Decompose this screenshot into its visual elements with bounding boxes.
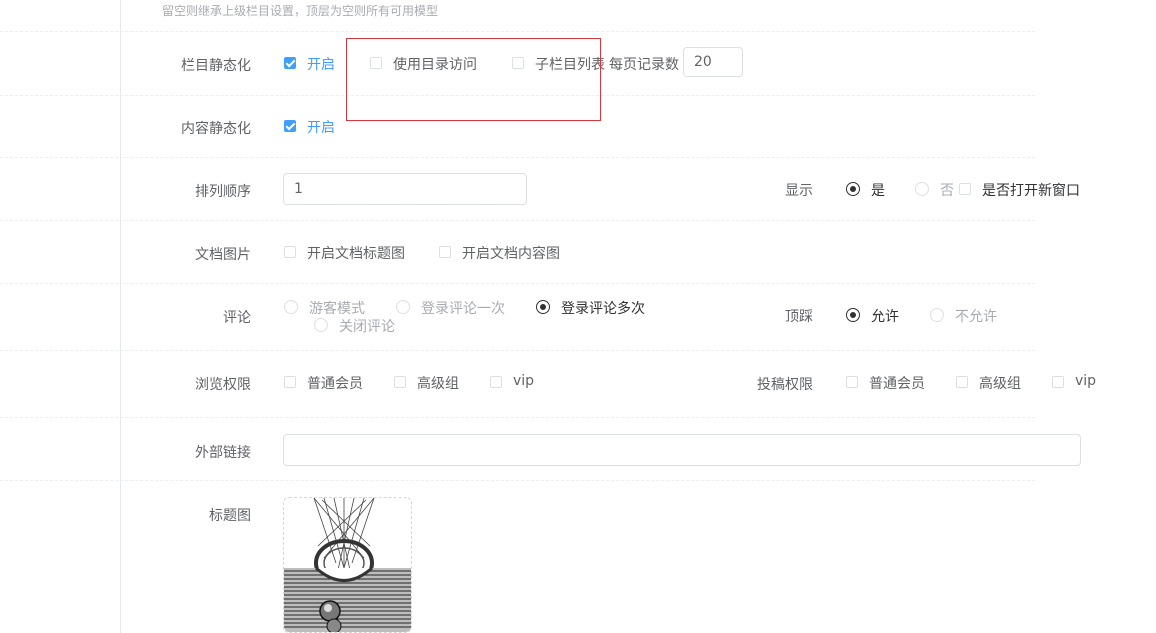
submit-vip-text: vip	[1075, 373, 1097, 389]
browse-vip-checkbox[interactable]	[490, 376, 502, 388]
doc-image-label: 文档图片	[195, 247, 251, 263]
title-image-label: 标题图	[209, 508, 251, 524]
sort-label: 排列顺序	[195, 184, 251, 200]
title-image-preview	[284, 498, 411, 632]
title-image-uploader[interactable]	[283, 497, 412, 633]
submit-normal-member-checkbox[interactable]	[846, 376, 858, 388]
sub-list-checkbox[interactable]	[512, 57, 524, 69]
title-image-text: 开启文档标题图	[307, 246, 405, 262]
vote-allow-text: 允许	[871, 309, 899, 325]
comment-login-once-text: 登录评论一次	[421, 301, 505, 317]
browse-advanced-group-text: 高级组	[417, 376, 459, 392]
title-image-checkbox[interactable]	[284, 246, 296, 258]
display-yes-radio[interactable]	[846, 182, 860, 196]
browse-normal-member-checkbox[interactable]	[284, 376, 296, 388]
display-yes-text: 是	[871, 183, 885, 199]
per-page-label: 每页记录数	[609, 57, 679, 73]
comment-label: 评论	[223, 310, 251, 326]
display-no-radio[interactable]	[915, 182, 929, 196]
browse-permission-label: 浏览权限	[195, 377, 251, 393]
vote-label: 顶踩	[785, 309, 813, 325]
content-image-checkbox[interactable]	[439, 246, 451, 258]
display-label: 显示	[785, 183, 813, 199]
display-no-text: 否	[940, 183, 954, 199]
comment-guest-radio[interactable]	[284, 300, 298, 314]
vote-disallow-radio[interactable]	[930, 308, 944, 322]
browse-normal-member-text: 普通会员	[307, 376, 363, 392]
column-static-enable-text: 开启	[307, 57, 335, 73]
content-static-enable-text: 开启	[307, 120, 335, 136]
submit-permission-label: 投稿权限	[757, 377, 813, 393]
submit-vip-checkbox[interactable]	[1052, 376, 1064, 388]
browse-vip-text: vip	[513, 373, 535, 389]
model-hint-text: 留空则继承上级栏目设置，顶层为空则所有可用模型	[162, 4, 439, 18]
comment-close-radio[interactable]	[314, 318, 328, 332]
external-link-input[interactable]	[283, 434, 1081, 466]
comment-login-once-radio[interactable]	[396, 300, 410, 314]
comment-guest-text: 游客模式	[309, 301, 365, 317]
vote-allow-radio[interactable]	[846, 308, 860, 322]
content-image-text: 开启文档内容图	[462, 246, 560, 262]
submit-normal-member-text: 普通会员	[869, 376, 925, 392]
new-window-checkbox[interactable]	[959, 183, 971, 195]
sort-input[interactable]	[283, 173, 527, 205]
comment-close-text: 关闭评论	[339, 319, 395, 335]
column-static-enable-checkbox[interactable]	[284, 57, 296, 69]
column-static-label: 栏目静态化	[181, 58, 251, 74]
vote-disallow-text: 不允许	[955, 309, 997, 325]
browse-advanced-group-checkbox[interactable]	[394, 376, 406, 388]
dir-access-text: 使用目录访问	[393, 57, 477, 73]
submit-advanced-group-checkbox[interactable]	[956, 376, 968, 388]
per-page-input[interactable]	[683, 47, 743, 77]
submit-advanced-group-text: 高级组	[979, 376, 1021, 392]
new-window-text: 是否打开新窗口	[982, 183, 1080, 199]
sub-list-text: 子栏目列表	[535, 57, 605, 73]
comment-login-multi-text: 登录评论多次	[561, 301, 645, 317]
dir-access-checkbox[interactable]	[370, 57, 382, 69]
content-static-enable-checkbox[interactable]	[284, 120, 296, 132]
external-link-label: 外部链接	[195, 445, 251, 461]
comment-login-multi-radio[interactable]	[536, 300, 550, 314]
content-static-label: 内容静态化	[181, 121, 251, 137]
